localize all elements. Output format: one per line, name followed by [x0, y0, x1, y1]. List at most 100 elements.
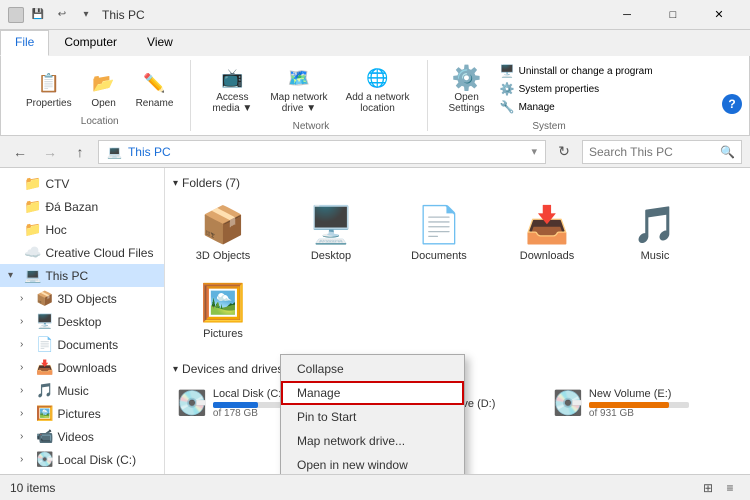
search-box[interactable]: 🔍 [582, 140, 742, 164]
system-props-btn[interactable]: ⚙️ System properties [496, 80, 657, 98]
arrow-icon: › [20, 316, 32, 327]
folder-music-label: Music [641, 250, 670, 262]
folder-3dobjects[interactable]: 📦 3D Objects [173, 198, 273, 268]
arrow-icon: › [20, 408, 32, 419]
folder-pictures-label: Pictures [203, 328, 243, 340]
help-button[interactable]: ? [722, 94, 742, 114]
address-path: This PC [128, 145, 171, 159]
address-input[interactable]: 💻 This PC ▾ [98, 140, 546, 164]
path-dropdown-icon[interactable]: ▾ [531, 145, 537, 158]
sidebar-item-desktop[interactable]: › 🖥️ Desktop [0, 310, 164, 333]
content-area: ▾ Folders (7) 📦 3D Objects 🖥️ Desktop 📄 … [165, 168, 750, 474]
minimize-button[interactable]: ─ [604, 0, 650, 30]
open-settings-label: OpenSettings [449, 92, 485, 114]
ctx-manage[interactable]: Manage [281, 381, 464, 405]
folder-desktop[interactable]: 🖥️ Desktop [281, 198, 381, 268]
folder-desktop-label: Desktop [311, 250, 351, 262]
device-newe[interactable]: 💽 New Volume (E:) of 931 GB [549, 384, 729, 423]
sidebar-item-3dobjects[interactable]: › 📦 3D Objects [0, 287, 164, 310]
add-network-icon: 🌐 [364, 64, 392, 92]
uninstall-icon: 🖥️ [500, 64, 515, 78]
search-input[interactable] [589, 145, 716, 159]
customize-quick-btn[interactable]: ▾ [76, 5, 96, 25]
folder-downloads[interactable]: 📥 Downloads [497, 198, 597, 268]
sidebar-item-downloads[interactable]: › 📥 Downloads [0, 356, 164, 379]
window-controls: ─ □ ✕ [604, 0, 742, 30]
folder-desktop-icon: 🖥️ [309, 204, 354, 246]
maximize-button[interactable]: □ [650, 0, 696, 30]
manage-ribbon-btn[interactable]: 🔧 Manage [496, 98, 657, 116]
open-ribbon-btn[interactable]: 📂 Open [83, 65, 125, 114]
access-media-btn[interactable]: 📺 Accessmedia ▼ [205, 59, 259, 119]
objects-icon: 📦 [36, 290, 53, 307]
sidebar-item-hoc[interactable]: 📁 Hoc [0, 218, 164, 241]
arrow-icon: › [20, 431, 32, 442]
ribbon-group-network: 📺 Accessmedia ▼ 🗺️ Map networkdrive ▼ 🌐 … [195, 60, 427, 131]
sidebar-item-ctv[interactable]: 📁 CTV [0, 172, 164, 195]
sidebar-item-music[interactable]: › 🎵 Music [0, 379, 164, 402]
title-bar-left: 💾 ↩ ▾ This PC [8, 5, 145, 25]
system-group-label: System [532, 121, 565, 132]
folder-downloads-icon: 📥 [525, 204, 570, 246]
grid-view-btn[interactable]: ⊞ [698, 478, 718, 498]
devices-expand-icon[interactable]: ▾ [173, 364, 178, 375]
folder-music-icon: 🎵 [633, 204, 678, 246]
sidebar-item-pictures[interactable]: › 🖼️ Pictures [0, 402, 164, 425]
ctx-collapse[interactable]: Collapse [281, 357, 464, 381]
sidebar-label: Creative Cloud Files [45, 246, 153, 260]
ctx-map-drive[interactable]: Map network drive... [281, 429, 464, 453]
sidebar-item-thispc[interactable]: ▾ 💻 This PC [0, 264, 164, 287]
tab-file[interactable]: File [0, 30, 49, 56]
map-network-label: Map networkdrive ▼ [270, 92, 327, 114]
save-quick-btn[interactable]: 💾 [28, 5, 48, 25]
folder-icon: 📁 [24, 175, 41, 192]
sidebar-item-localc[interactable]: › 💽 Local Disk (C:) [0, 448, 164, 471]
quick-access-bar: 💾 ↩ ▾ [8, 5, 96, 25]
tab-computer[interactable]: Computer [49, 30, 132, 56]
add-network-btn[interactable]: 🌐 Add a networklocation [339, 59, 417, 119]
refresh-button[interactable]: ↻ [552, 140, 576, 164]
properties-ribbon-btn[interactable]: 📋 Properties [19, 65, 79, 114]
back-button[interactable]: ← [8, 140, 32, 164]
folder-3dobjects-icon: 📦 [201, 204, 246, 246]
sidebar-item-dabazan[interactable]: 📁 Đá Bazan [0, 195, 164, 218]
sidebar-item-videos[interactable]: › 📹 Videos [0, 425, 164, 448]
up-button[interactable]: ↑ [68, 140, 92, 164]
tab-view[interactable]: View [132, 30, 188, 56]
undo-quick-btn[interactable]: ↩ [52, 5, 72, 25]
sidebar-label: Pictures [57, 407, 100, 421]
address-bar: ← → ↑ 💻 This PC ▾ ↻ 🔍 [0, 136, 750, 168]
uninstall-btn[interactable]: 🖥️ Uninstall or change a program [496, 62, 657, 80]
folders-grid: 📦 3D Objects 🖥️ Desktop 📄 Documents 📥 Do… [173, 198, 742, 346]
ctx-pin-start[interactable]: Pin to Start [281, 405, 464, 429]
open-settings-icon: ⚙️ [453, 64, 481, 92]
sidebar-label: Hoc [45, 223, 66, 237]
expand-icon: ▾ [8, 270, 20, 281]
forward-button[interactable]: → [38, 140, 62, 164]
folder-documents[interactable]: 📄 Documents [389, 198, 489, 268]
arrow-icon: › [20, 362, 32, 373]
computer-icon: 💻 [24, 267, 41, 284]
path-segment[interactable]: This PC [128, 145, 171, 159]
newe-icon: 💽 [553, 389, 583, 418]
add-network-label: Add a networklocation [346, 92, 410, 114]
properties-icon: 📋 [35, 70, 63, 98]
folder-pictures[interactable]: 🖼️ Pictures [173, 276, 273, 346]
location-group-label: Location [81, 116, 119, 127]
pictures-icon: 🖼️ [36, 405, 53, 422]
videos-icon: 📹 [36, 428, 53, 445]
sidebar-item-documents[interactable]: › 📄 Documents [0, 333, 164, 356]
open-settings-btn[interactable]: ⚙️ OpenSettings [442, 59, 492, 119]
close-button[interactable]: ✕ [696, 0, 742, 30]
sidebar-item-creative[interactable]: ☁️ Creative Cloud Files [0, 241, 164, 264]
ctx-open-window[interactable]: Open in new window [281, 453, 464, 474]
list-view-btn[interactable]: ≡ [720, 478, 740, 498]
map-network-btn[interactable]: 🗺️ Map networkdrive ▼ [263, 59, 334, 119]
properties-label: Properties [26, 98, 72, 109]
rename-ribbon-btn[interactable]: ✏️ Rename [129, 65, 181, 114]
sidebar-item-newvol[interactable]: › 💽 New Volume ( [0, 471, 164, 474]
folder-documents-label: Documents [411, 250, 467, 262]
sidebar-label: Videos [57, 430, 93, 444]
folder-music[interactable]: 🎵 Music [605, 198, 705, 268]
folders-expand-icon[interactable]: ▾ [173, 178, 178, 189]
